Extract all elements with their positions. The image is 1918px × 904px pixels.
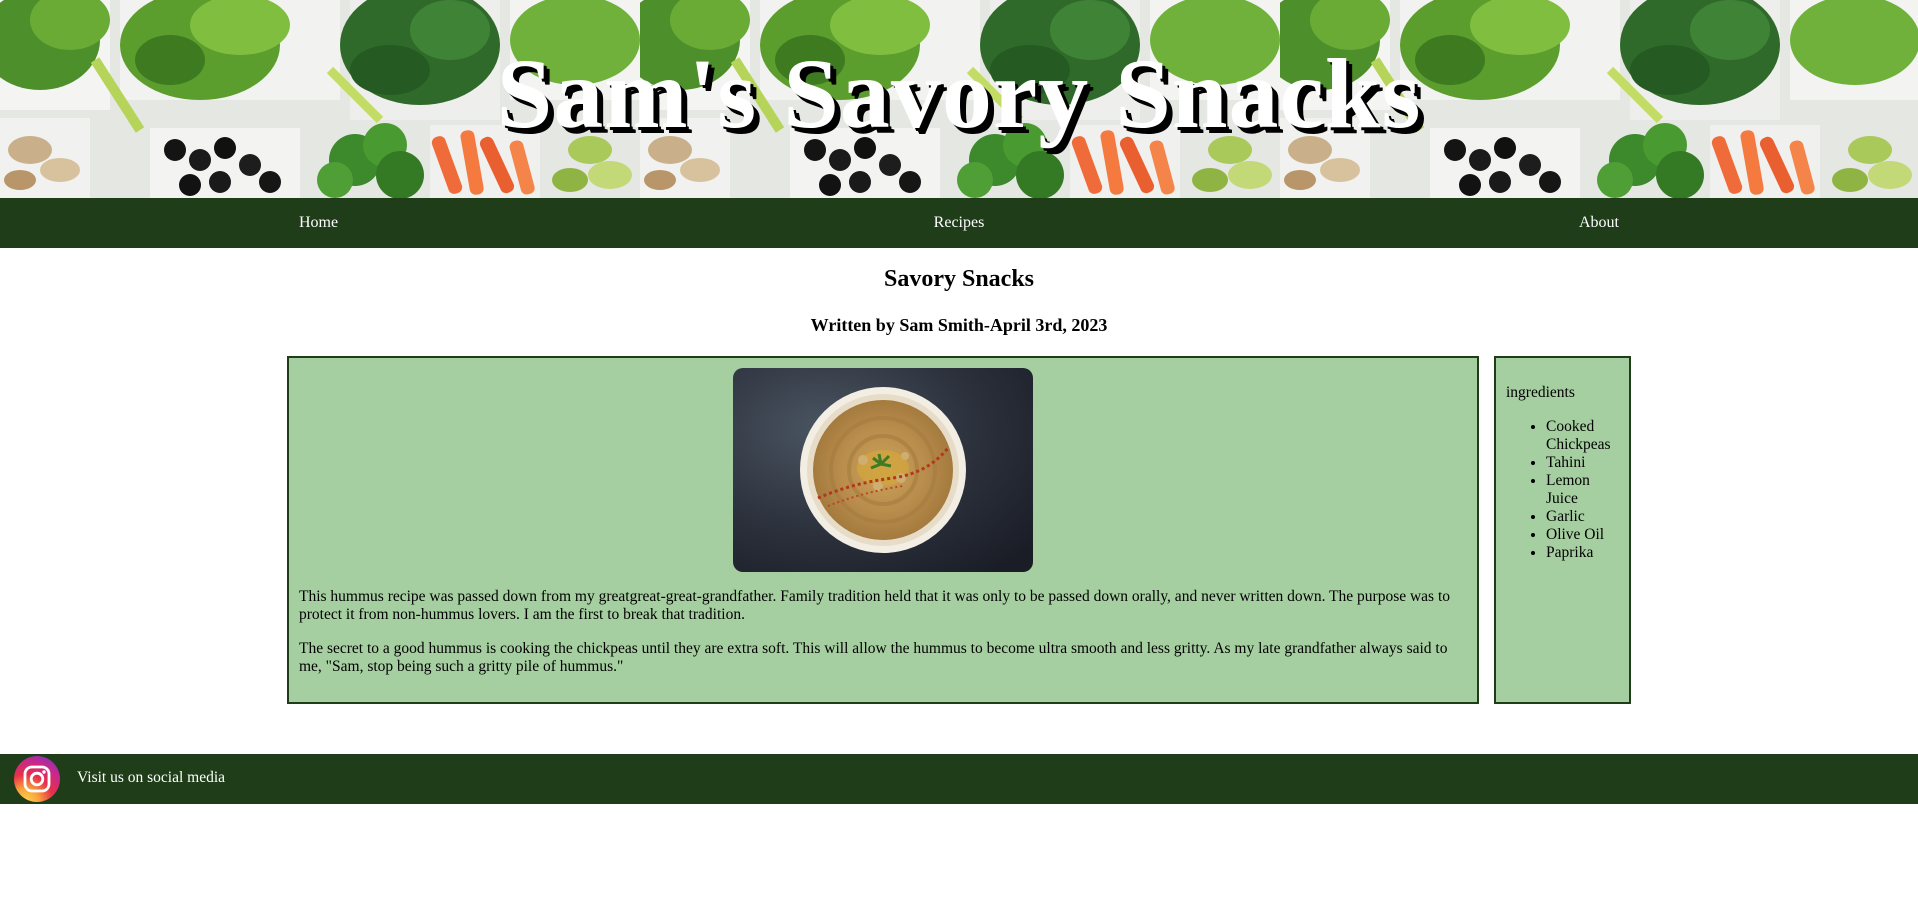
ingredients-list: Cooked Chickpeas Tahini Lemon Juice Garl… <box>1506 418 1619 562</box>
article-panel: This hummus recipe was passed down from … <box>287 356 1479 704</box>
ingredient-item: Tahini <box>1546 454 1619 472</box>
ingredient-item: Paprika <box>1546 544 1619 562</box>
instagram-icon[interactable] <box>14 756 60 802</box>
ingredients-panel: ingredients Cooked Chickpeas Tahini Lemo… <box>1494 356 1631 704</box>
article-paragraph: The secret to a good hummus is cooking t… <box>299 640 1448 675</box>
footer: Visit us on social media <box>0 754 1918 804</box>
ingredients-title: ingredients <box>1506 384 1575 401</box>
ingredient-item: Olive Oil <box>1546 526 1619 544</box>
article-byline: Written by Sam Smith-April 3rd, 2023 <box>810 315 1108 335</box>
nav-about-link[interactable]: About <box>1579 198 1619 248</box>
header-banner: Sam's Savory Snacks <box>0 0 1918 198</box>
page-heading: Savory Snacks <box>883 266 1035 292</box>
article-paragraph: This hummus recipe was passed down from … <box>299 588 1451 623</box>
hummus-photo <box>733 368 1033 572</box>
main-nav: Home Recipes About <box>0 198 1918 248</box>
ingredient-item: Garlic <box>1546 508 1619 526</box>
site-title: Sam's Savory Snacks <box>496 38 1422 149</box>
ingredient-item: Lemon Juice <box>1546 472 1619 508</box>
nav-recipes-link[interactable]: Recipes <box>0 198 1918 248</box>
ingredient-item: Cooked Chickpeas <box>1546 418 1619 454</box>
social-media-text: Visit us on social media <box>77 769 226 786</box>
